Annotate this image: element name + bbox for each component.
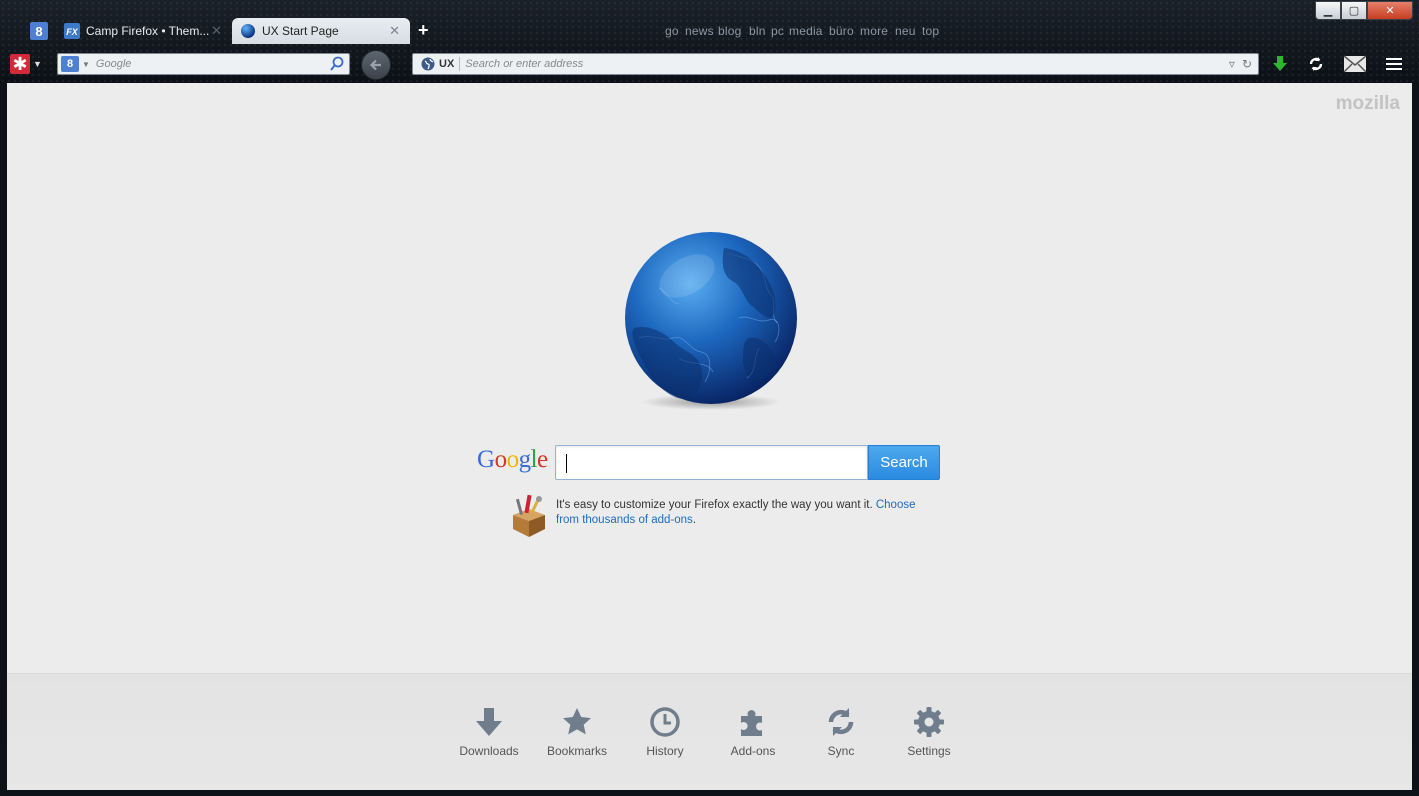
addons-toolbox-icon	[513, 494, 545, 537]
settings-icon	[914, 707, 944, 737]
history-icon	[650, 707, 680, 737]
firefox-globe-favicon-icon	[241, 24, 255, 38]
downloads-icon	[476, 708, 502, 736]
bookmark-link[interactable]: go	[665, 24, 679, 38]
search-bar[interactable]: 8 ▼ Google	[57, 53, 350, 75]
google-letter: G	[477, 446, 495, 473]
url-input[interactable]: Search or enter address	[465, 58, 1222, 70]
hamburger-icon	[1386, 58, 1402, 70]
bookmark-link[interactable]: more	[860, 24, 888, 38]
hamburger-menu-button[interactable]	[1383, 54, 1405, 74]
firefox-globe-logo-icon	[625, 232, 797, 410]
launcher-label: Settings	[907, 744, 951, 758]
search-engine-icon[interactable]: 8	[61, 56, 79, 72]
launcher-sync[interactable]: Sync	[801, 704, 881, 758]
chevron-down-icon[interactable]: ▼	[82, 60, 90, 69]
launcher-label: Sync	[827, 744, 855, 758]
tab-close-icon[interactable]: ✕	[389, 23, 400, 39]
launcher-label: History	[646, 744, 684, 758]
addons-icon	[741, 710, 762, 736]
google-letter: e	[537, 446, 548, 473]
sync-button[interactable]	[1305, 54, 1327, 74]
google-search-input[interactable]	[555, 445, 868, 480]
launcher-bar: Downloads Bookmarks History Add-ons Sync…	[7, 673, 1412, 790]
reload-icon[interactable]: ↻	[1242, 57, 1252, 71]
snippet-end: .	[692, 514, 697, 526]
bookmark-link[interactable]: blog	[718, 24, 742, 38]
sync-icon	[828, 708, 854, 736]
back-arrow-icon	[369, 59, 381, 71]
text-caret	[566, 454, 567, 473]
launcher-label: Bookmarks	[546, 744, 608, 758]
tab-bar: 8 FX Camp Firefox • Them... ✕ UX Start P…	[0, 16, 1419, 44]
bookmark-link[interactable]: top	[922, 24, 939, 38]
address-bar[interactable]: UX Search or enter address ▿ ↻	[412, 53, 1259, 75]
back-button[interactable]	[361, 50, 391, 80]
site-identity-label[interactable]: UX	[439, 58, 454, 70]
tab-camp-firefox[interactable]: FX Camp Firefox • Them... ✕	[56, 18, 232, 44]
google-letter: o	[506, 446, 520, 473]
svg-text:FX: FX	[66, 27, 78, 37]
bookmark-link[interactable]: neu	[895, 24, 916, 38]
google-letter: o	[494, 446, 508, 473]
app-menu-button[interactable]: ✱ ▼	[10, 53, 46, 75]
snippet-body: It's easy to customize your Firefox exac…	[556, 499, 876, 511]
tab-ux-start-page[interactable]: UX Start Page ✕	[232, 18, 410, 44]
search-icon[interactable]	[328, 55, 346, 73]
history-dropdown-icon[interactable]: ▿	[1229, 57, 1235, 71]
tab-label: UX Start Page	[262, 24, 339, 38]
launcher-addons[interactable]: Add-ons	[713, 704, 793, 758]
start-page: mozilla Google Search It's easy to custo…	[7, 83, 1412, 790]
launcher-history[interactable]: History	[625, 704, 705, 758]
app-menu-icon: ✱	[10, 54, 30, 74]
google-logo: Google	[477, 446, 548, 474]
site-identity-icon[interactable]	[421, 57, 435, 71]
tab-pinned-google[interactable]: 8	[24, 18, 54, 44]
search-input[interactable]: Google	[96, 58, 328, 70]
launcher-bookmarks[interactable]: Bookmarks	[537, 704, 617, 758]
mail-button[interactable]	[1342, 54, 1368, 74]
bookmarks-icon	[563, 708, 591, 735]
google-favicon-icon: 8	[30, 22, 48, 40]
google-letter: g	[518, 446, 532, 473]
launcher-label: Add-ons	[730, 744, 776, 758]
search-button[interactable]: Search	[868, 445, 940, 480]
launcher-label: Downloads	[459, 744, 519, 758]
campfirefox-favicon-icon: FX	[64, 23, 80, 39]
bookmark-link[interactable]: bln	[749, 24, 766, 38]
launcher-downloads[interactable]: Downloads	[449, 704, 529, 758]
downloads-button[interactable]	[1269, 54, 1291, 74]
bookmark-link[interactable]: news	[685, 24, 714, 38]
tab-close-icon[interactable]: ✕	[211, 23, 222, 39]
bookmark-link[interactable]: media	[789, 24, 823, 38]
tab-label: Camp Firefox • Them...	[86, 24, 210, 38]
envelope-icon	[1343, 55, 1367, 73]
navigation-toolbar: ✱ ▼ 8 ▼ Google UX Search or enter addres…	[0, 46, 1419, 83]
chevron-down-icon: ▼	[33, 59, 42, 69]
mozilla-wordmark: mozilla	[1335, 93, 1400, 114]
browser-chrome: ▁ ▢ ✕ 8 FX Camp Firefox • Them... ✕ UX S…	[0, 0, 1419, 83]
launcher-settings[interactable]: Settings	[889, 704, 969, 758]
divider	[459, 57, 461, 71]
bookmark-link[interactable]: pc	[771, 24, 784, 38]
bookmark-link[interactable]: büro	[829, 24, 854, 38]
svg-text:8: 8	[35, 24, 42, 39]
new-tab-button[interactable]: +	[418, 20, 429, 41]
download-arrow-icon	[1273, 56, 1287, 71]
sync-icon	[1309, 57, 1323, 71]
snippet-text: It's easy to customize your Firefox exac…	[556, 498, 936, 528]
